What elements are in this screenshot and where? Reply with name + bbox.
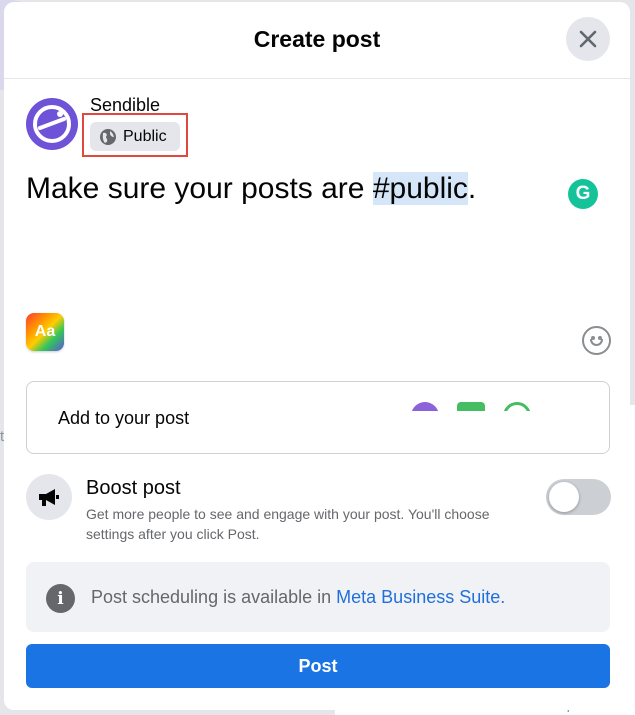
boost-post-description: Get more people to see and engage with y… — [86, 506, 490, 542]
add-to-post-bar[interactable]: Add to your post — [26, 381, 610, 454]
close-button[interactable] — [566, 17, 610, 61]
info-icon: i — [46, 584, 75, 613]
scheduling-suffix: . — [500, 587, 506, 607]
boost-post-title: Boost post — [86, 477, 181, 499]
privacy-selector[interactable]: Public — [90, 122, 180, 151]
boost-toggle[interactable] — [546, 479, 611, 515]
post-hashtag: #public — [372, 172, 468, 205]
sendible-logo-icon — [33, 105, 71, 143]
megaphone-icon — [26, 474, 72, 520]
scheduling-notice: i Post scheduling is available in Meta B… — [26, 562, 610, 632]
grammarly-icon[interactable]: G — [568, 179, 598, 209]
overlay-cover — [311, 411, 609, 453]
toggle-knob — [549, 482, 579, 512]
globe-icon — [99, 128, 117, 146]
scheduling-text-body: Post scheduling is available in — [91, 587, 337, 607]
close-icon — [579, 30, 597, 48]
avatar[interactable] — [26, 98, 78, 150]
dialog-header: Create post — [4, 2, 630, 79]
text-format-button[interactable]: Aa — [26, 313, 64, 351]
dialog-title: Create post — [253, 26, 381, 52]
create-post-dialog: Create post Sendible Public Make sure yo… — [4, 2, 630, 710]
meta-business-suite-link[interactable]: Meta Business Suite — [336, 587, 500, 607]
post-text-input[interactable]: Make sure your posts are #public. — [26, 172, 476, 206]
post-button[interactable]: Post — [26, 644, 610, 688]
emoji-icon[interactable] — [582, 326, 611, 355]
post-text-body: Make sure your posts are — [26, 172, 373, 205]
privacy-label: Public — [123, 127, 167, 145]
post-text-suffix: . — [467, 172, 477, 205]
scheduling-text: Post scheduling is available in Meta Bus… — [91, 587, 505, 608]
add-to-post-label: Add to your post — [58, 408, 190, 428]
